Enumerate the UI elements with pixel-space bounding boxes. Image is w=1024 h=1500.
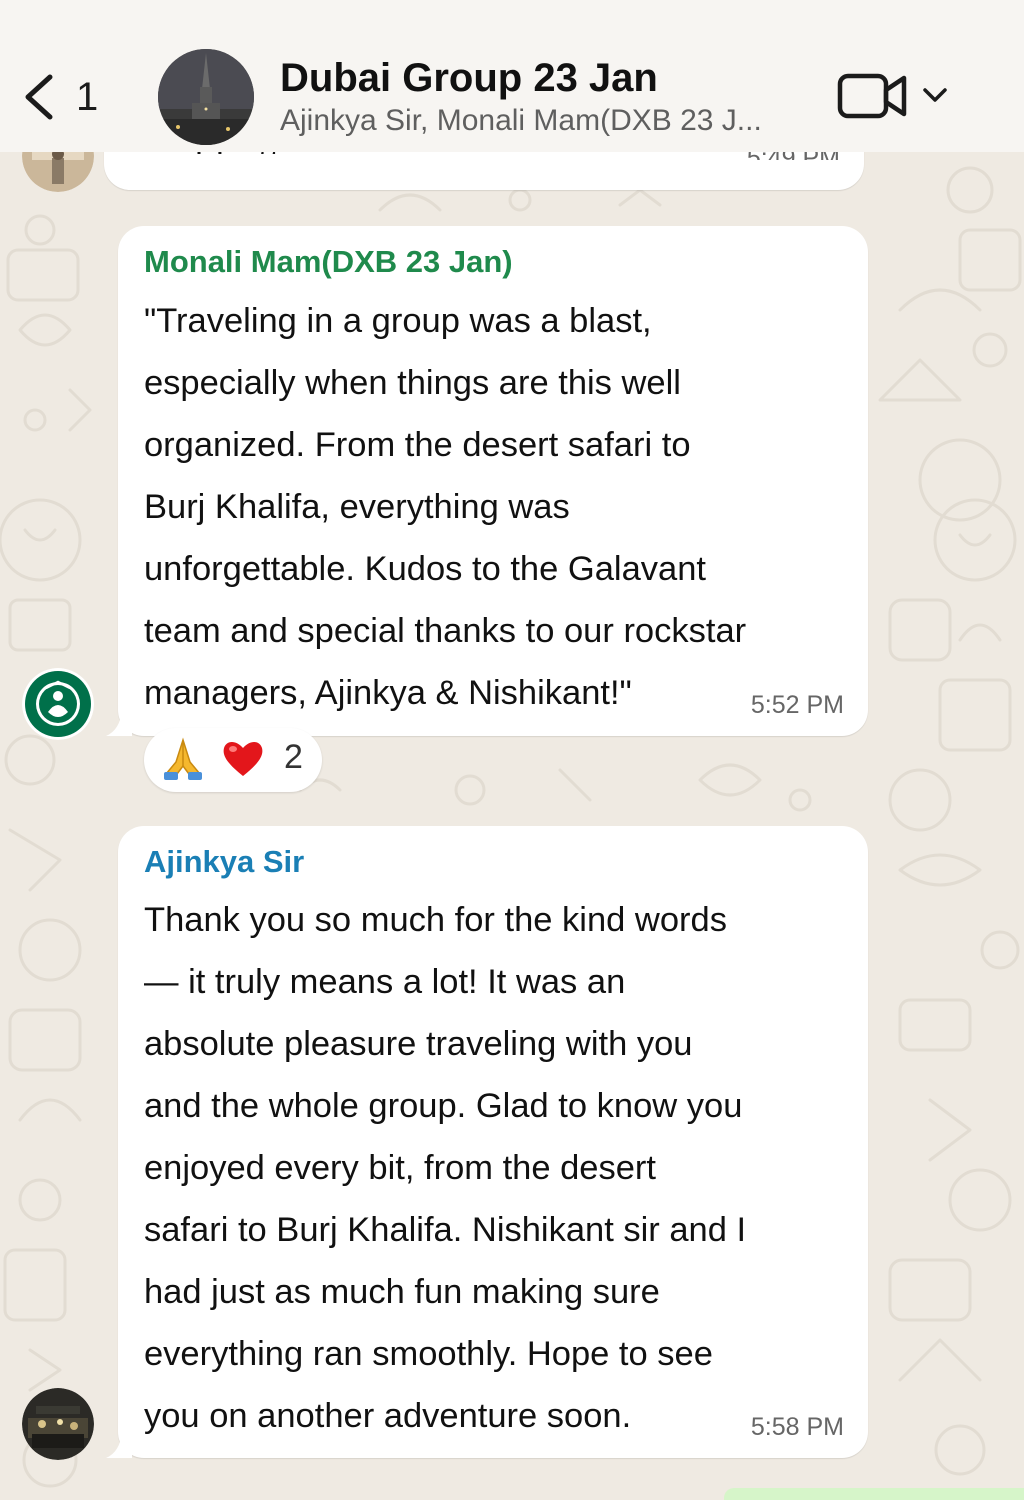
message-list[interactable]: and better. 5:49 PM Monali Mam(DXB 23 Ja… (0, 0, 1024, 1500)
outgoing-bubble-edge (724, 1488, 1024, 1500)
chat-screen: and better. 5:49 PM Monali Mam(DXB 23 Ja… (0, 0, 1024, 1500)
message-line: "Traveling in a group was a blast, (144, 302, 652, 340)
message-line: everything ran smoothly. Hope to see (144, 1335, 713, 1373)
starbucks-logo-avatar[interactable] (22, 668, 94, 740)
message-line: team and special thanks to our rockstar (144, 612, 747, 650)
message-line: safari to Burj Khalifa. Nishikant sir an… (144, 1211, 747, 1249)
video-call-icon[interactable] (836, 70, 908, 122)
message-text: Thank you so much for the kind words — i… (144, 889, 746, 1447)
chevron-down-icon[interactable] (920, 80, 950, 110)
message-line: enjoyed every bit, from the desert (144, 1149, 657, 1187)
group-avatar[interactable] (158, 49, 254, 145)
reaction-count: 2 (284, 738, 303, 776)
group-title[interactable]: Dubai Group 23 Jan (280, 56, 658, 101)
message-line: organized. From the desert safari to (144, 426, 691, 464)
message-line: especially when things are this well (144, 364, 681, 402)
message-line: you on another adventure soon. (144, 1397, 632, 1435)
message-line: — it truly means a lot! It was an (144, 963, 626, 1001)
message-text: "Traveling in a group was a blast, espec… (144, 290, 746, 724)
night-city-photo-avatar[interactable] (22, 1388, 94, 1460)
message-line: managers, Ajinkya & Nishikant!" (144, 674, 632, 712)
message-timestamp: 5:52 PM (750, 691, 844, 719)
message-line: unforgettable. Kudos to the Galavant (144, 550, 706, 588)
message-bubble[interactable]: Ajinkya Sir Thank you so much for the ki… (106, 826, 868, 1458)
group-members-preview[interactable]: Ajinkya Sir, Monali Mam(DXB 23 J... (280, 104, 810, 138)
message-line: Thank you so much for the kind words (144, 901, 727, 939)
unread-count: 1 (76, 74, 99, 119)
message-line: had just as much fun making sure (144, 1273, 660, 1311)
message-line: and the whole group. Glad to know you (144, 1087, 743, 1125)
message-timestamp: 5:58 PM (750, 1413, 844, 1441)
message-sender-name[interactable]: Ajinkya Sir (144, 844, 304, 880)
message-line: absolute pleasure traveling with you (144, 1025, 693, 1063)
folded-hands-icon (164, 737, 202, 780)
message-reactions[interactable]: 2 (144, 728, 322, 792)
chevron-left-icon (25, 74, 53, 120)
message-bubble[interactable]: Monali Mam(DXB 23 Jan) "Traveling in a g… (106, 226, 868, 736)
chat-header: 1 Dubai Group 23 Jan Ajinkya Sir, Monali… (0, 0, 1024, 152)
back-button[interactable]: 1 (18, 66, 128, 128)
message-line: Burj Khalifa, everything was (144, 488, 570, 526)
red-heart-icon (223, 741, 263, 776)
message-sender-name[interactable]: Monali Mam(DXB 23 Jan) (144, 244, 513, 280)
